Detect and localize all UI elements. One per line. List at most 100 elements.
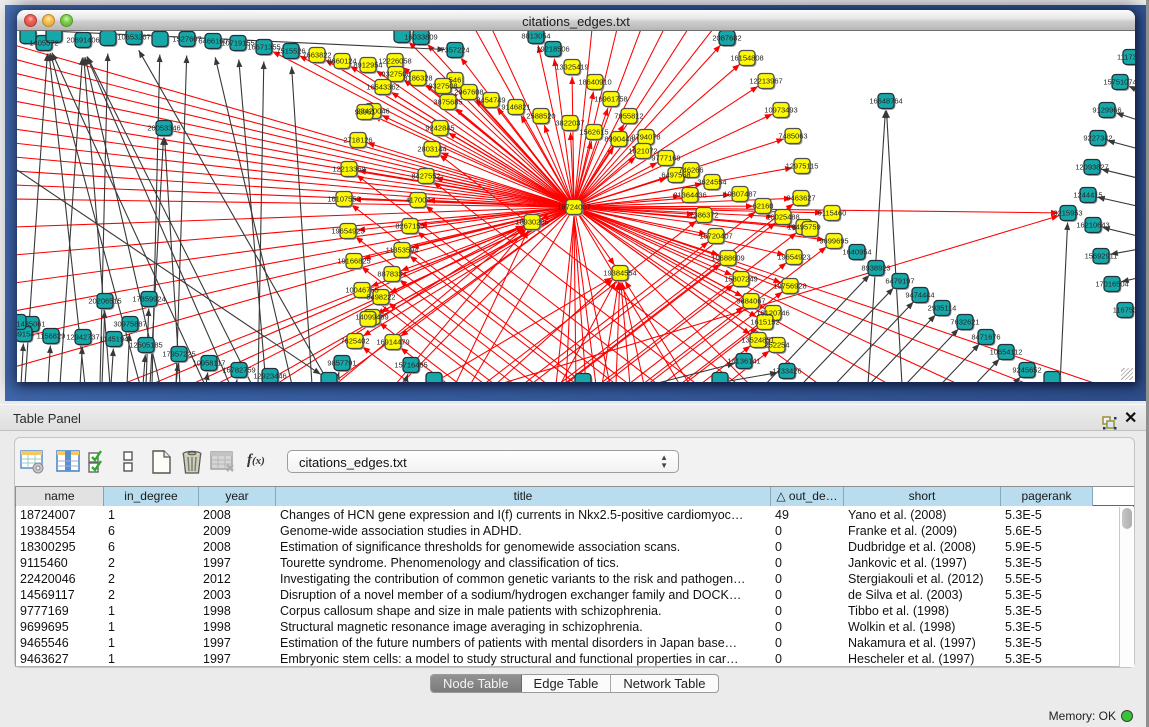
svg-text:15720407: 15720407 — [699, 232, 732, 241]
svg-text:5498222: 5498222 — [366, 293, 395, 302]
svg-text:12505185: 12505185 — [129, 341, 162, 350]
svg-text:9884067: 9884067 — [736, 297, 765, 306]
svg-text:15692911: 15692911 — [1085, 252, 1118, 261]
svg-text:8427552: 8427552 — [411, 172, 440, 181]
svg-text:7632621: 7632621 — [950, 318, 979, 327]
svg-text:14136141: 14136141 — [727, 357, 760, 366]
svg-text:18724007: 18724007 — [557, 203, 590, 212]
svg-text:8471676: 8471676 — [971, 333, 1000, 342]
svg-text:6479197: 6479197 — [885, 277, 914, 286]
svg-text:9146821: 9146821 — [501, 103, 530, 112]
svg-text:7485063: 7485063 — [778, 132, 807, 141]
svg-text:10807487: 10807487 — [723, 190, 756, 199]
svg-text:1117304: 1117304 — [1117, 53, 1135, 62]
svg-text:9129966: 9129966 — [1092, 106, 1121, 115]
svg-text:3822037: 3822037 — [555, 119, 584, 128]
svg-text:10688609: 10688609 — [711, 254, 744, 263]
svg-text:10958117: 10958117 — [193, 359, 226, 368]
svg-text:1527607: 1527607 — [172, 35, 201, 44]
svg-text:20691406: 20691406 — [66, 36, 99, 45]
svg-text:10973493: 10973493 — [764, 106, 797, 115]
svg-text:3215953: 3215953 — [1053, 209, 1082, 218]
svg-text:16120746: 16120746 — [756, 309, 789, 318]
svg-text:417004: 417004 — [405, 196, 430, 205]
svg-text:16914479: 16914479 — [376, 338, 409, 347]
svg-text:18930205: 18930205 — [515, 218, 548, 227]
svg-text:16154808: 16154808 — [730, 54, 763, 63]
svg-text:13325419: 13325419 — [555, 63, 588, 72]
svg-text:8878334: 8878334 — [377, 270, 406, 279]
svg-text:21364436: 21364436 — [673, 191, 706, 200]
svg-text:1640954: 1640954 — [842, 248, 871, 257]
svg-text:15751074: 15751074 — [1103, 78, 1135, 87]
svg-text:16543362: 16543362 — [366, 83, 399, 92]
svg-text:746266: 746266 — [678, 166, 703, 175]
svg-text:16033809: 16033809 — [404, 33, 437, 42]
svg-text:14099489: 14099489 — [355, 313, 388, 322]
svg-text:19384554: 19384554 — [603, 269, 636, 278]
svg-text:19166825: 19166825 — [337, 257, 370, 266]
svg-text:2803144: 2803144 — [417, 145, 446, 154]
svg-text:9699695: 9699695 — [819, 237, 848, 246]
svg-text:1615152: 1615152 — [750, 318, 779, 327]
svg-text:9245652: 9245652 — [1012, 366, 1041, 375]
svg-text:3875685: 3875685 — [433, 98, 462, 107]
svg-text:9463627: 9463627 — [786, 194, 815, 203]
svg-text:19756928: 19756928 — [773, 282, 806, 291]
svg-text:8813054: 8813054 — [521, 32, 550, 41]
svg-text:1435061: 1435061 — [17, 320, 46, 329]
svg-text:16961758: 16961758 — [594, 95, 627, 104]
svg-text:10025488: 10025488 — [766, 213, 799, 222]
svg-text:9242845: 9242845 — [425, 124, 454, 133]
svg-text:1244415: 1244415 — [1073, 191, 1102, 200]
svg-text:7955812: 7955812 — [614, 112, 643, 121]
svg-text:10654112: 10654112 — [990, 348, 1023, 357]
svg-text:9857791: 9857791 — [327, 359, 356, 368]
svg-text:15807249: 15807249 — [724, 275, 757, 284]
svg-text:12942737: 12942737 — [66, 333, 99, 342]
svg-text:3624554: 3624554 — [697, 178, 726, 187]
svg-text:9794078: 9794078 — [631, 133, 660, 142]
svg-text:30975887: 30975887 — [113, 320, 146, 329]
svg-text:7386372: 7386372 — [689, 211, 718, 220]
svg-text:62160: 62160 — [753, 202, 774, 211]
svg-text:9474444: 9474444 — [905, 291, 934, 300]
svg-text:8990448: 8990448 — [604, 135, 633, 144]
svg-text:10653267: 10653267 — [117, 33, 150, 42]
svg-text:2588520: 2588520 — [526, 112, 555, 121]
svg-text:18640910: 18640910 — [578, 78, 611, 87]
svg-text:252254: 252254 — [764, 341, 789, 350]
svg-text:19654925: 19654925 — [331, 227, 364, 236]
svg-text:16648764: 16648764 — [869, 97, 902, 106]
svg-text:1405572: 1405572 — [29, 39, 58, 48]
svg-text:1145194: 1145194 — [100, 335, 129, 344]
svg-text:1156829: 1156829 — [37, 332, 66, 341]
svg-text:7515526: 7515526 — [276, 47, 305, 56]
svg-text:9777169: 9777169 — [651, 154, 680, 163]
svg-text:12226058: 12226058 — [378, 57, 411, 66]
svg-text:2718126: 2718126 — [343, 136, 372, 145]
svg-text:12093827: 12093827 — [1075, 163, 1108, 172]
svg-text:16107553: 16107553 — [327, 195, 360, 204]
svg-text:9327508: 9327508 — [428, 82, 457, 91]
svg-text:7625402: 7625402 — [340, 337, 369, 346]
svg-text:12213967: 12213967 — [749, 77, 782, 86]
svg-text:8660124: 8660124 — [327, 57, 356, 66]
svg-text:16210643: 16210643 — [1076, 221, 1109, 230]
svg-text:12213369: 12213369 — [332, 165, 365, 174]
svg-text:98961: 98961 — [355, 108, 376, 117]
svg-text:19218506: 19218506 — [536, 45, 569, 54]
svg-text:2935114: 2935114 — [928, 304, 957, 313]
svg-text:11353594: 11353594 — [386, 246, 419, 255]
svg-text:19654923: 19654923 — [777, 253, 810, 262]
svg-text:2087682: 2087682 — [712, 34, 741, 43]
svg-text:9115460: 9115460 — [818, 209, 847, 218]
svg-text:1733426: 1733426 — [772, 367, 801, 376]
svg-text:17016504: 17016504 — [1095, 280, 1128, 289]
svg-text:16782759: 16782759 — [222, 366, 255, 375]
svg-text:17359924: 17359924 — [132, 295, 165, 304]
svg-text:18495759: 18495759 — [787, 223, 820, 232]
svg-text:8267150: 8267150 — [395, 222, 424, 231]
svg-text:20206515: 20206515 — [88, 297, 121, 306]
svg-text:9227342: 9227342 — [1083, 134, 1112, 143]
